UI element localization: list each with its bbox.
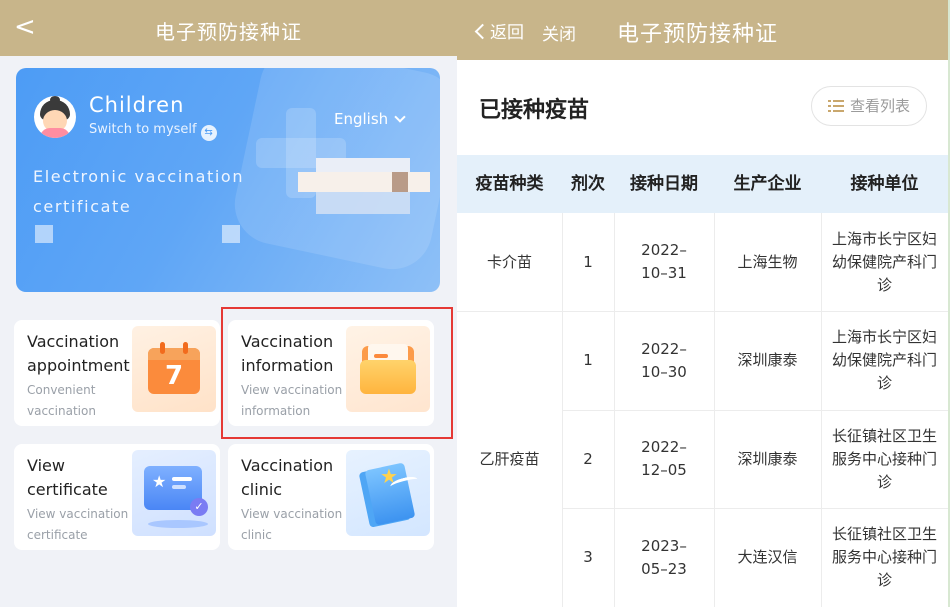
dose-cell: 1 [583, 252, 593, 271]
vaccine-type-cell: 卡介苗 [486, 252, 532, 271]
right-header-title: 电子预防接种证 [617, 22, 779, 47]
vaccination-information-tile[interactable]: Vaccination information View vaccination… [228, 320, 434, 426]
maker-cell: 上海生物 [737, 252, 798, 271]
dose-cell: 2 [583, 449, 593, 468]
star-icon: ★ [152, 472, 167, 491]
date-cell: 2022–12–05 [641, 438, 687, 479]
close-button[interactable]: 关闭 [542, 20, 576, 45]
certificate-label: Electronic vaccination certificate [33, 167, 245, 216]
language-label: English [334, 110, 389, 128]
profile-name: Children [89, 93, 185, 117]
maker-cell: 大连汉信 [737, 548, 798, 566]
date-cell: 2023–05–23 [641, 536, 687, 578]
view-list-button[interactable]: 查看列表 [811, 86, 927, 126]
switch-profile-link[interactable]: Switch to myself ⇆ [89, 122, 217, 141]
folder-icon [346, 326, 430, 412]
calendar-number: 7 [164, 361, 184, 391]
back-label: 返回 [490, 23, 524, 43]
back-arrow-icon [474, 23, 491, 40]
switch-profile-label: Switch to myself [89, 122, 197, 137]
right-screen: 返回 关闭 电子预防接种证 已接种疫苗 查看列表 疫苗种类 剂次 接种日期 生产… [457, 0, 950, 607]
tile-subtitle: View vaccination information [241, 383, 343, 418]
table-header-cell: 接种日期 [630, 174, 698, 194]
view-list-label: 查看列表 [849, 97, 910, 115]
left-header: < 电子预防接种证 [0, 0, 457, 56]
table-header: 疫苗种类 剂次 接种日期 生产企业 接种单位 [457, 155, 948, 213]
date-cell: 2022–10–31 [641, 241, 687, 282]
left-content: Children Switch to myself ⇆ English Elect… [0, 56, 457, 607]
certificate-icon: ★ ✓ [132, 450, 216, 536]
tile-title: View certificate [27, 456, 108, 499]
date-cell: 2022–10–30 [641, 339, 687, 381]
left-header-title: 电子预防接种证 [155, 20, 302, 44]
child-avatar [34, 96, 76, 138]
calendar-icon: 7 [132, 326, 216, 412]
view-certificate-tile[interactable]: View certificate View vaccination certif… [14, 444, 220, 550]
tile-title: Vaccination appointment [27, 332, 130, 375]
table-header-cell: 疫苗种类 [475, 174, 544, 194]
check-badge-icon: ✓ [190, 498, 208, 516]
vaccination-clinic-tile[interactable]: Vaccination clinic View vaccination clin… [228, 444, 434, 550]
dose-cell: 1 [583, 351, 593, 369]
table-header-cell: 接种单位 [850, 174, 919, 194]
tile-title: Vaccination information [241, 332, 334, 375]
tile-subtitle: View vaccination clinic [241, 507, 343, 542]
card-square-decoration [222, 225, 240, 243]
tile-subtitle: View vaccination certificate [27, 507, 129, 542]
back-button[interactable]: 返回 [474, 18, 524, 43]
unit-cell: 上海市长宁区妇幼保健院产科门诊 [831, 229, 937, 294]
dose-cell: 3 [583, 548, 593, 566]
maker-cell: 深圳康泰 [737, 449, 798, 468]
card-square-decoration [35, 225, 53, 243]
section-title: 已接种疫苗 [479, 98, 590, 123]
list-icon [827, 100, 844, 112]
chevron-down-icon [394, 111, 406, 123]
unit-cell: 上海市长宁区妇幼保健院产科门诊 [831, 328, 937, 392]
language-selector[interactable]: English [334, 110, 406, 128]
table-header-cell: 剂次 [571, 174, 605, 194]
vaccination-card[interactable]: Children Switch to myself ⇆ English Elect… [16, 68, 440, 292]
tile-title: Vaccination clinic [241, 456, 334, 499]
table-header-cell: 生产企业 [733, 174, 802, 194]
swap-icon: ⇆ [200, 125, 217, 141]
blurred-qr-code[interactable] [298, 158, 430, 238]
unit-cell: 长征镇社区卫生服务中心接种门诊 [831, 525, 937, 589]
tile-subtitle: Convenient vaccination [27, 383, 96, 418]
vaccine-type-cell: 乙肝疫苗 [479, 449, 540, 468]
vaccination-appointment-tile[interactable]: Vaccination appointment Convenient vacci… [14, 320, 220, 426]
unit-cell: 长征镇社区卫生服务中心接种门诊 [831, 426, 937, 491]
left-screen: < 电子预防接种证 Children Switch to myself ⇆ Eng… [0, 0, 457, 607]
right-header: 返回 关闭 电子预防接种证 [457, 0, 948, 60]
book-icon: ★ [346, 450, 430, 536]
maker-cell: 深圳康泰 [737, 351, 798, 369]
